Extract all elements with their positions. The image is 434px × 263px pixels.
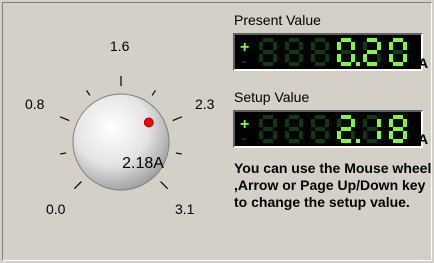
lcd-digit — [337, 38, 360, 66]
lcd-digit — [285, 115, 303, 143]
knob-indicator — [143, 117, 154, 128]
scale-label-0: 0.0 — [46, 201, 66, 217]
scale-label-2: 1.6 — [110, 38, 130, 54]
lcd-digits: +- — [240, 38, 407, 69]
lcd-digit — [337, 115, 360, 143]
lcd-digit — [363, 38, 381, 66]
lcd-digits: +- — [240, 115, 407, 146]
lcd-digit — [389, 38, 407, 66]
help-text: You can use the Mouse wheel ,Arrow or Pa… — [234, 160, 432, 210]
knob-tick — [151, 90, 156, 96]
knob-tick — [59, 116, 70, 122]
setup-unit: A — [418, 131, 429, 147]
minus-sign: - — [241, 53, 246, 69]
setup-value-label: Setup Value — [234, 89, 310, 105]
present-value-label: Present Value — [234, 12, 321, 28]
lcd-digit — [259, 38, 277, 66]
knob-tick — [172, 116, 183, 122]
lcd-digit — [311, 115, 329, 143]
knob-tick — [86, 90, 91, 96]
present-unit: A — [418, 55, 429, 71]
present-value-display: + - — [233, 33, 423, 71]
knob-body[interactable] — [72, 93, 170, 191]
lcd-digit — [311, 38, 329, 66]
lcd-digit — [389, 115, 407, 143]
knob-tick — [160, 181, 169, 190]
knob-tick — [73, 181, 82, 190]
scale-label-4: 3.1 — [175, 201, 195, 217]
scale-label-3: 2.3 — [195, 96, 215, 112]
knob-tick — [60, 152, 67, 155]
lcd-digit — [259, 115, 277, 143]
minus-sign: - — [241, 130, 246, 146]
setup-value-display[interactable]: + - — [233, 110, 423, 148]
knob-value: 2.18A — [122, 155, 164, 172]
scale-label-1: 0.8 — [25, 96, 45, 112]
lcd-digit — [363, 115, 381, 143]
knob-tick — [175, 152, 182, 155]
lcd-digit — [285, 38, 303, 66]
